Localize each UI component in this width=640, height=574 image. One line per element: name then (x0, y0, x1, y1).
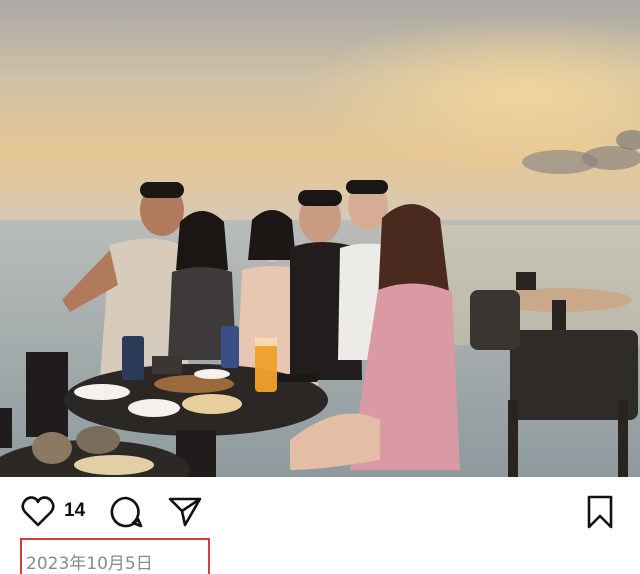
comment-bubble-icon[interactable] (108, 494, 144, 530)
sunset-group-photo (0, 0, 640, 477)
bookmark-icon[interactable] (584, 494, 616, 530)
post-date: 2023年10月5日 (26, 554, 153, 574)
paper-plane-icon[interactable] (167, 494, 203, 528)
post-action-bar (0, 477, 640, 539)
date-highlight-box: 2023年10月5日 (20, 538, 210, 574)
heart-icon[interactable] (20, 494, 56, 528)
post-photo[interactable] (0, 0, 640, 477)
like-count: 14 (64, 500, 86, 521)
